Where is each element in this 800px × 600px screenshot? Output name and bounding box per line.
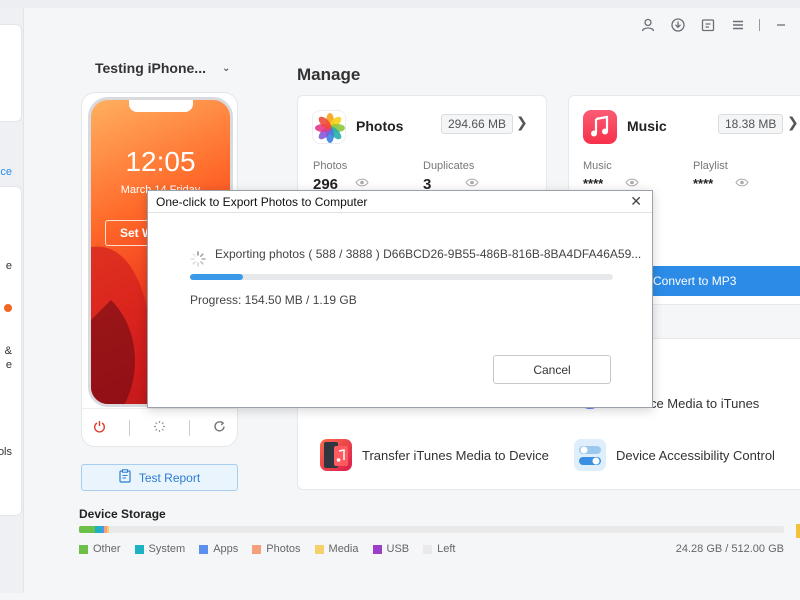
brightness-icon[interactable] [153, 420, 166, 436]
legend-item-left: Left [423, 543, 455, 555]
photos-size-badge: 294.66 MB [441, 114, 514, 134]
tool-item-accessibility[interactable]: Device Accessibility Control [574, 439, 775, 471]
device-name-label: Testing iPhone... [95, 60, 206, 76]
power-icon[interactable] [93, 420, 106, 436]
device-controls [82, 408, 237, 446]
progress-text: Progress: 154.50 MB / 1.19 GB [190, 293, 357, 307]
playlist-value: **** [693, 176, 714, 191]
legend-swatch [314, 544, 324, 554]
music-size-badge: 18.38 MB [718, 114, 784, 134]
legend-label: Photos [266, 543, 301, 555]
storage-legend: Other System Apps Photos Media USB Left [79, 543, 455, 555]
legend-label: System [148, 543, 186, 555]
export-status-text: Exporting photos ( 588 / 3888 ) D66BCD26… [215, 247, 642, 261]
photos-count-label: Photos [313, 160, 348, 172]
control-divider [129, 419, 131, 436]
export-progress-fill [190, 274, 243, 280]
legend-label: Other [93, 543, 121, 555]
music-transfer-icon [320, 439, 352, 471]
duplicates-label: Duplicates [423, 160, 475, 172]
storage-segment-left [109, 526, 784, 533]
eye-icon[interactable] [465, 178, 479, 190]
storage-segment-system [94, 526, 102, 533]
refresh-icon[interactable] [213, 420, 226, 436]
storage-bar-end-marker [796, 524, 800, 538]
app-window: ce e & e ols Testing iPhone... ⌄ 12:05 M… [0, 0, 800, 600]
storage-total: 24.28 GB / 512.00 GB [675, 543, 784, 555]
test-report-button[interactable]: Test Report [81, 464, 238, 491]
lock-screen-time: 12:05 [125, 146, 196, 177]
window-top-edge [0, 0, 800, 8]
eye-icon[interactable] [735, 178, 749, 190]
cancel-button[interactable]: Cancel [493, 355, 611, 384]
legend-swatch [134, 544, 144, 554]
export-progress-bar [190, 274, 613, 280]
legend-item-photos: Photos [252, 543, 301, 555]
legend-item-media: Media [314, 543, 359, 555]
music-count-label: Music [583, 160, 612, 172]
sidebar-item-3[interactable]: & [0, 345, 12, 357]
minimize-icon[interactable] [772, 16, 790, 34]
legend-item-other: Other [79, 543, 121, 555]
clipboard-icon [119, 469, 131, 486]
legend-swatch [423, 544, 433, 554]
titlebar-controls [639, 16, 800, 34]
chevron-right-icon[interactable]: ❯ [516, 114, 528, 131]
tool-label: Transfer iTunes Media to Device [362, 447, 549, 463]
legend-label: Apps [213, 543, 239, 555]
loading-spinner-icon [190, 251, 206, 267]
eye-icon[interactable] [625, 178, 639, 190]
photos-card[interactable]: Photos 294.66 MB ❯ Photos 296 Duplicates… [297, 95, 547, 205]
tool-label: Device Accessibility Control [616, 447, 775, 463]
legend-item-system: System [134, 543, 186, 555]
dialog-divider [148, 212, 652, 213]
sidebar: ce e & e ols [0, 8, 24, 593]
device-selector[interactable]: Testing iPhone... ⌄ [95, 60, 230, 76]
titlebar-divider [759, 19, 760, 31]
menu-icon[interactable] [729, 16, 747, 34]
notification-dot [4, 304, 12, 312]
photos-title: Photos [356, 118, 404, 134]
tool-item-transfer-to-device[interactable]: Transfer iTunes Media to Device [320, 439, 549, 471]
music-app-icon [583, 110, 617, 144]
convert-to-mp3-button[interactable]: Convert to MP3 [649, 266, 800, 296]
chevron-down-icon: ⌄ [221, 62, 231, 74]
download-icon[interactable] [669, 16, 687, 34]
sidebar-item-3b: e [5, 359, 12, 371]
section-title: Manage [297, 65, 361, 84]
chevron-right-icon[interactable]: ❯ [787, 114, 799, 131]
storage-segment-other [79, 526, 95, 533]
eye-icon[interactable] [355, 178, 369, 190]
toggle-icon [574, 439, 606, 471]
feedback-icon[interactable] [699, 16, 717, 34]
legend-label: USB [386, 543, 410, 555]
control-divider [188, 419, 190, 436]
close-icon[interactable]: ✕ [630, 193, 642, 210]
legend-label: Media [328, 543, 359, 555]
legend-swatch [199, 544, 209, 554]
device-storage-title: Device Storage [79, 507, 166, 521]
dialog-title: One-click to Export Photos to Computer [156, 195, 368, 209]
music-count-value: **** [583, 176, 604, 191]
test-report-label: Test Report [138, 470, 201, 485]
legend-swatch [79, 544, 88, 554]
storage-bar [79, 526, 784, 533]
export-dialog: One-click to Export Photos to Computer ✕… [147, 190, 653, 408]
sidebar-item-tools[interactable]: ols [0, 446, 12, 458]
sidebar-item-device[interactable]: ce [0, 166, 12, 178]
photos-app-icon [312, 110, 346, 144]
legend-item-apps: Apps [199, 543, 238, 555]
sidebar-item-2[interactable]: e [0, 260, 12, 272]
legend-swatch [252, 544, 262, 554]
sidebar-card-top[interactable] [0, 24, 22, 122]
legend-item-usb: USB [372, 543, 410, 555]
legend-label: Left [437, 543, 456, 555]
phone-notch [129, 100, 193, 112]
music-title: Music [627, 118, 667, 134]
user-icon[interactable] [639, 16, 657, 34]
legend-swatch [372, 544, 382, 554]
playlist-label: Playlist [693, 160, 728, 172]
